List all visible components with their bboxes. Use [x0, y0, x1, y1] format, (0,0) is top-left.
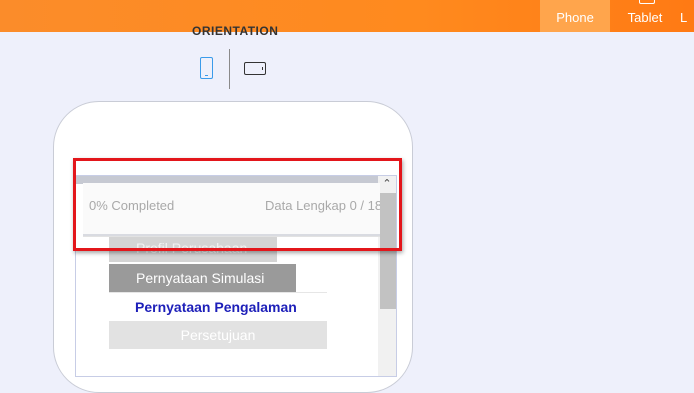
chevron-up-icon[interactable]: ⌃	[378, 176, 396, 192]
scrollbar-thumb[interactable]	[380, 193, 396, 309]
step-pernyataan-pengalaman[interactable]: Pernyataan Pengalaman	[135, 293, 327, 321]
progress-data-count: Data Lengkap 0 / 18	[265, 198, 380, 213]
phone-landscape-icon[interactable]	[244, 62, 266, 75]
tab-tablet[interactable]: Tablet	[616, 0, 674, 32]
orientation-divider	[229, 49, 230, 89]
phone-portrait-icon[interactable]	[200, 57, 213, 79]
tab-laptop[interactable]: L	[680, 0, 694, 32]
top-toolbar: Phone Tablet L	[0, 0, 694, 32]
tab-phone[interactable]: Phone	[540, 0, 610, 32]
orientation-label: ORIENTATION	[192, 24, 279, 36]
tab-tablet-label: Tablet	[627, 10, 663, 25]
progress-header: 0% Completed Data Lengkap 0 / 18	[83, 183, 380, 237]
step-profil-perusahaan[interactable]: Profil Perusahaan	[109, 236, 277, 262]
step-pernyataan-simulasi[interactable]: Pernyataan Simulasi	[109, 264, 296, 292]
progress-completed-text: 0% Completed	[89, 198, 175, 213]
progress-track	[83, 234, 380, 236]
scrollbar[interactable]: ⌃	[378, 176, 396, 376]
tablet-icon	[639, 0, 655, 4]
